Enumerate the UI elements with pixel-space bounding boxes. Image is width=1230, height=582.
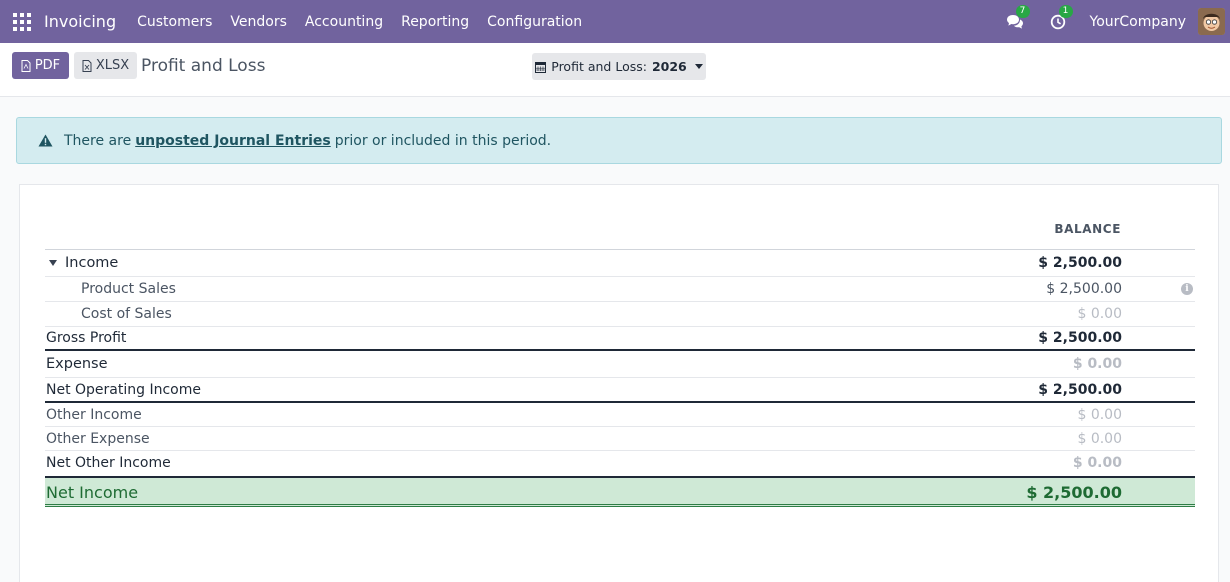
alert-text-after: prior or included in this period. bbox=[334, 132, 552, 149]
line-value: $ 2,500.00 bbox=[1038, 330, 1122, 346]
calendar-icon bbox=[535, 61, 547, 73]
line-label: Other Income bbox=[46, 406, 142, 423]
menu-customers[interactable]: Customers bbox=[137, 14, 212, 30]
pdf-button[interactable]: PDF bbox=[12, 52, 69, 79]
line-value: $ 0.00 bbox=[1072, 455, 1122, 471]
report-line-net-other-income[interactable]: Net Other Income $ 0.00 bbox=[45, 451, 1195, 475]
filter-prefix: Profit and Loss: bbox=[551, 59, 647, 74]
chevron-down-icon bbox=[694, 64, 703, 69]
unposted-entries-link[interactable]: unposted Journal Entries bbox=[135, 133, 331, 149]
page-title: Profit and Loss bbox=[141, 56, 266, 76]
report-line-other-income[interactable]: Other Income $ 0.00 bbox=[45, 403, 1195, 427]
menu-accounting[interactable]: Accounting bbox=[305, 14, 383, 30]
user-avatar[interactable] bbox=[1198, 8, 1225, 35]
report-line-income[interactable]: Income $ 2,500.00 bbox=[45, 249, 1195, 277]
top-navbar: Invoicing Customers Vendors Accounting R… bbox=[0, 0, 1230, 43]
line-value: $ 2,500.00 bbox=[1038, 255, 1122, 271]
line-value: $ 0.00 bbox=[1077, 406, 1122, 423]
activities-count-badge: 1 bbox=[1058, 4, 1073, 18]
line-label: Net Operating Income bbox=[46, 381, 201, 398]
report-line-other-expense[interactable]: Other Expense $ 0.00 bbox=[45, 427, 1195, 451]
file-pdf-icon bbox=[21, 59, 31, 72]
filter-year: 2026 bbox=[651, 59, 687, 74]
report-line-gross-profit[interactable]: Gross Profit $ 2,500.00 bbox=[45, 326, 1195, 351]
menu-reporting[interactable]: Reporting bbox=[401, 14, 469, 30]
report-line-net-operating-income[interactable]: Net Operating Income $ 2,500.00 bbox=[45, 378, 1195, 403]
line-label: Income bbox=[65, 255, 119, 271]
report-line-cost-of-sales[interactable]: Cost of Sales $ 0.00 bbox=[45, 302, 1195, 326]
caret-down-icon[interactable] bbox=[49, 260, 57, 266]
line-value: $ 0.00 bbox=[1072, 356, 1122, 372]
report-line-expense[interactable]: Expense $ 0.00 bbox=[45, 351, 1195, 378]
systray: 7 1 YourCompany bbox=[1004, 0, 1230, 43]
menu-configuration[interactable]: Configuration bbox=[487, 14, 582, 30]
net-income-value: $ 2,500.00 bbox=[1026, 483, 1122, 502]
line-label: Gross Profit bbox=[46, 330, 127, 346]
xlsx-button[interactable]: XLSX bbox=[74, 52, 137, 79]
line-label: Other Expense bbox=[46, 430, 150, 447]
line-label: Cost of Sales bbox=[81, 306, 172, 322]
app-brand[interactable]: Invoicing bbox=[44, 12, 116, 31]
balance-column-header: BALANCE bbox=[1054, 222, 1121, 236]
line-label: Expense bbox=[46, 356, 108, 372]
info-icon[interactable]: i bbox=[1181, 283, 1193, 295]
line-value: $ 2,500.00 bbox=[1038, 381, 1122, 398]
line-value: $ 2,500.00 bbox=[1046, 281, 1122, 297]
avatar-face-icon bbox=[1198, 8, 1225, 35]
pdf-label: PDF bbox=[34, 58, 61, 73]
control-panel: PDF XLSX Profit and Loss Profit and Loss… bbox=[0, 43, 1230, 97]
alert-text-before: There are bbox=[64, 132, 132, 149]
messages-count-badge: 7 bbox=[1015, 4, 1030, 18]
line-value: $ 0.00 bbox=[1077, 306, 1122, 322]
line-value: $ 0.00 bbox=[1077, 430, 1122, 447]
report-filter-dropdown[interactable]: Profit and Loss: 2026 bbox=[532, 53, 706, 80]
menu-vendors[interactable]: Vendors bbox=[230, 14, 286, 30]
app-grid-icon[interactable] bbox=[13, 12, 31, 31]
file-excel-icon bbox=[82, 59, 92, 72]
report-line-product-sales[interactable]: Product Sales $ 2,500.00 i bbox=[45, 277, 1195, 302]
unposted-entries-alert: There are unposted Journal Entries prior… bbox=[16, 117, 1222, 164]
line-label: Net Other Income bbox=[46, 455, 171, 471]
activities-systray[interactable]: 1 bbox=[1047, 4, 1073, 33]
report-line-net-income[interactable]: Net Income $ 2,500.00 bbox=[45, 476, 1195, 507]
company-switcher[interactable]: YourCompany bbox=[1090, 14, 1187, 30]
net-income-label: Net Income bbox=[46, 483, 139, 502]
xlsx-label: XLSX bbox=[95, 58, 130, 73]
messages-systray[interactable]: 7 bbox=[1004, 4, 1030, 33]
profit-loss-report: BALANCE Income $ 2,500.00 Product Sales … bbox=[19, 184, 1219, 582]
line-label: Product Sales bbox=[81, 281, 176, 297]
warning-icon bbox=[38, 134, 53, 147]
